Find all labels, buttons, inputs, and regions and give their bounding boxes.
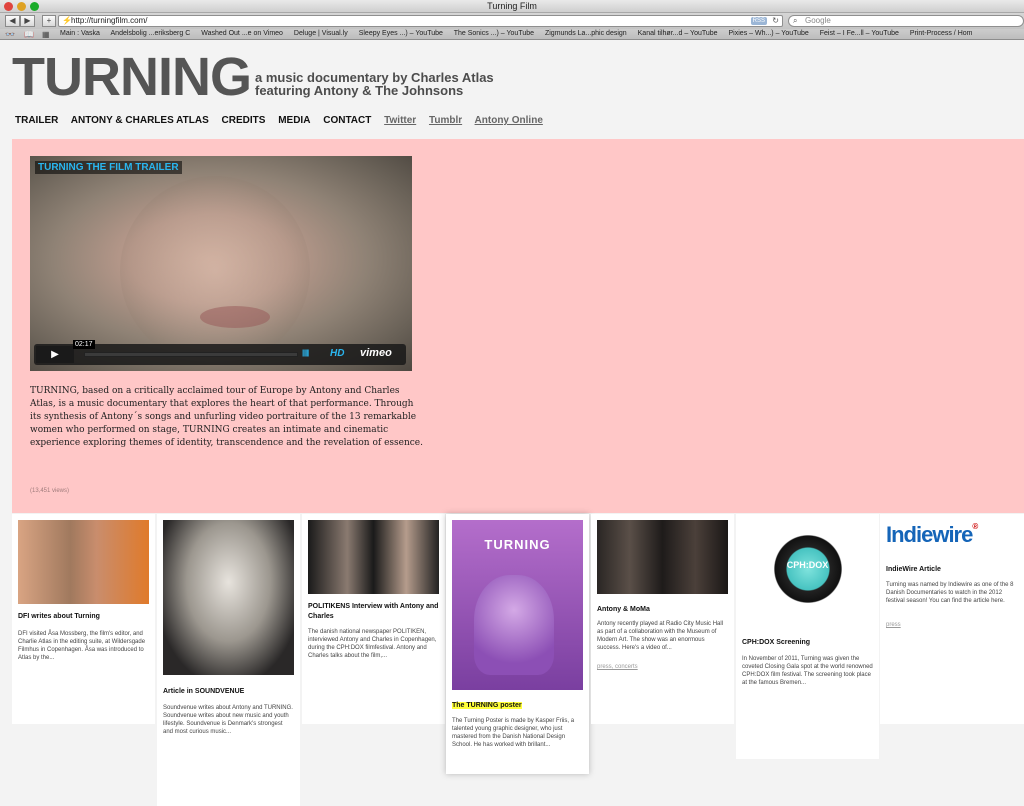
- nav-twitter[interactable]: Twitter: [384, 115, 416, 126]
- nav-media[interactable]: MEDIA: [278, 115, 310, 126]
- vimeo-logo[interactable]: vimeo: [360, 347, 392, 359]
- nav-antony-charles[interactable]: ANTONY & CHARLES ATLAS: [71, 115, 209, 126]
- bookmark-item[interactable]: Print-Process / Hom: [910, 30, 973, 37]
- bookmark-list: Main : Vaska Andelsbolig ...eriksberg C …: [60, 30, 981, 37]
- view-count: (13,451 views): [30, 488, 70, 494]
- news-card[interactable]: POLITIKENS Interview with Antony and Cha…: [302, 514, 445, 724]
- browser-toolbar: ◀ ▶ + ⚡ http://turningfilm.com/ RSS ↻ ⌕ …: [0, 13, 1024, 29]
- news-card[interactable]: Article in SOUNDVENUE Soundvenue writes …: [157, 514, 300, 806]
- featured-panel: TURNING THE FILM TRAILER ▶ 02:17 |||||||…: [12, 139, 1024, 513]
- card-tags[interactable]: press: [886, 622, 901, 628]
- video-progress-bar[interactable]: [84, 352, 298, 357]
- card-image[interactable]: [18, 520, 149, 604]
- bookmark-item[interactable]: Sleepy Eyes ...) – YouTube: [359, 30, 443, 37]
- indiewire-logo-text: Indiewire: [886, 522, 973, 547]
- video-player[interactable]: TURNING THE FILM TRAILER ▶ 02:17 |||||||…: [30, 156, 412, 371]
- card-image[interactable]: TURNING: [452, 520, 583, 690]
- bookmarks-book-icon[interactable]: 📖: [24, 30, 34, 39]
- card-image[interactable]: CPH:DOX: [742, 520, 873, 630]
- bookmark-item[interactable]: Andelsbolig ...eriksberg C: [111, 30, 191, 37]
- nav-contact[interactable]: CONTACT: [323, 115, 371, 126]
- card-tags[interactable]: press, concerts: [597, 664, 638, 670]
- nav-antony-online[interactable]: Antony Online: [475, 115, 543, 126]
- bookmark-item[interactable]: Kanal tilhør...d – YouTube: [638, 30, 718, 37]
- address-text: http://turningfilm.com/: [71, 16, 148, 25]
- card-title[interactable]: The TURNING poster: [452, 701, 583, 711]
- card-excerpt: Antony recently played at Radio City Mus…: [597, 621, 724, 651]
- bookmarks-bar: 👓 📖 ▦ Main : Vaska Andelsbolig ...eriksb…: [0, 29, 1024, 40]
- video-timecode: 02:17: [73, 340, 95, 349]
- bookmark-item[interactable]: Pixies – Wh...) – YouTube: [729, 30, 809, 37]
- registered-mark-icon: ®: [972, 522, 978, 531]
- card-excerpt: Soundvenue writes about Antony and TURNI…: [163, 705, 293, 735]
- back-button[interactable]: ◀: [5, 15, 20, 27]
- card-excerpt: DFI visited Åsa Mossberg, the film's edi…: [18, 631, 146, 661]
- tagline-line-2: featuring Antony & The Johnsons: [255, 83, 464, 98]
- news-card[interactable]: Antony & MoMa Antony recently played at …: [591, 514, 734, 724]
- news-card-active[interactable]: TURNING The TURNING poster The Turning P…: [446, 514, 589, 774]
- video-frame-detail: [200, 306, 270, 328]
- bookmark-item[interactable]: Feist – I Fe...ll – YouTube: [820, 30, 899, 37]
- film-description: TURNING, based on a critically acclaimed…: [30, 386, 423, 448]
- news-card[interactable]: Indiewire® IndieWire Article Turning was…: [880, 514, 1024, 724]
- site-logo[interactable]: TURNING: [12, 50, 252, 104]
- card-image[interactable]: [597, 520, 728, 594]
- address-bar[interactable]: ⚡ http://turningfilm.com/ RSS ↻: [58, 15, 783, 27]
- card-title-text[interactable]: The TURNING poster: [452, 702, 522, 709]
- rss-button[interactable]: RSS: [750, 17, 767, 25]
- cphdox-logo-text: CPH:DOX: [786, 560, 829, 570]
- favicon-icon: ⚡: [62, 16, 72, 25]
- card-image[interactable]: [163, 520, 294, 675]
- main-nav: TRAILER ANTONY & CHARLES ATLAS CREDITS M…: [15, 115, 553, 126]
- bookmark-item[interactable]: Zigmunds La...phic design: [545, 30, 627, 37]
- search-placeholder: Google: [805, 16, 831, 25]
- bookmark-item[interactable]: Washed Out ...e on Vimeo: [201, 30, 283, 37]
- card-title[interactable]: IndieWire Article: [886, 565, 1017, 575]
- card-excerpt: The danish national newspaper POLITIKEN,…: [308, 629, 437, 659]
- search-input[interactable]: ⌕ Google: [788, 15, 1024, 27]
- card-title[interactable]: DFI writes about Turning: [18, 612, 149, 622]
- card-title[interactable]: CPH:DOX Screening: [742, 638, 873, 648]
- nav-tumblr[interactable]: Tumblr: [429, 115, 462, 126]
- site-tagline: a music documentary by Charles Atlas fea…: [255, 71, 494, 97]
- play-button[interactable]: ▶: [36, 346, 74, 363]
- bookmark-item[interactable]: Main : Vaska: [60, 30, 100, 37]
- card-excerpt: In November of 2011, Turning was given t…: [742, 656, 873, 686]
- volume-icon[interactable]: ||||||||: [302, 350, 309, 357]
- window-title: Turning Film: [487, 1, 537, 11]
- nav-credits[interactable]: CREDITS: [222, 115, 266, 126]
- card-excerpt: Turning was named by Indiewire as one of…: [886, 582, 1014, 604]
- bookmark-item[interactable]: Deluge | Visual.ly: [294, 30, 348, 37]
- video-title[interactable]: TURNING THE FILM TRAILER: [35, 161, 182, 174]
- card-title[interactable]: POLITIKENS Interview with Antony and Cha…: [308, 602, 439, 622]
- video-controls: ▶ 02:17 |||||||| HD vimeo: [34, 340, 406, 365]
- reload-icon[interactable]: ↻: [772, 16, 779, 26]
- add-bookmark-button[interactable]: +: [42, 15, 56, 27]
- window-titlebar: Turning Film: [0, 0, 1024, 13]
- hd-toggle[interactable]: HD: [330, 348, 344, 359]
- forward-button[interactable]: ▶: [20, 15, 35, 27]
- search-icon: ⌕: [793, 16, 798, 25]
- poster-title: TURNING: [484, 537, 551, 552]
- news-card[interactable]: CPH:DOX CPH:DOX Screening In November of…: [736, 514, 879, 759]
- top-sites-grid-icon[interactable]: ▦: [42, 30, 50, 39]
- nav-trailer[interactable]: TRAILER: [15, 115, 58, 126]
- video-frame: [120, 176, 310, 366]
- web-page: TURNING a music documentary by Charles A…: [0, 41, 1024, 806]
- card-title[interactable]: Antony & MoMa: [597, 605, 728, 615]
- card-title[interactable]: Article in SOUNDVENUE: [163, 687, 294, 697]
- indiewire-logo[interactable]: Indiewire®: [886, 522, 978, 548]
- reading-list-icon[interactable]: 👓: [5, 30, 15, 39]
- news-card[interactable]: DFI writes about Turning DFI visited Åsa…: [12, 514, 155, 724]
- bookmark-item[interactable]: The Sonics ...) – YouTube: [454, 30, 534, 37]
- card-image[interactable]: [308, 520, 439, 594]
- poster-face: [474, 575, 554, 675]
- card-excerpt: The Turning Poster is made by Kasper Fri…: [452, 718, 575, 748]
